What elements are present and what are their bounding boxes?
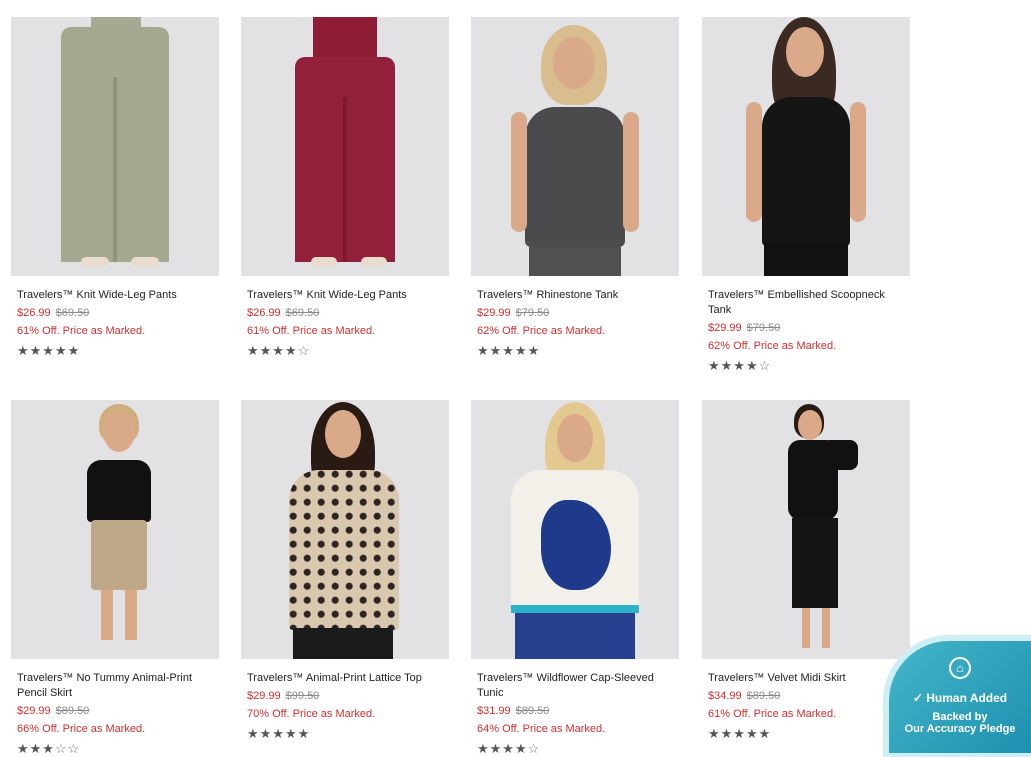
price: $26.99 $69.50: [17, 306, 213, 321]
promo-text: 61% Off. Price as Marked.: [708, 708, 837, 720]
product-card[interactable]: Travelers™ Wildflower Cap-Sleeved Tunic …: [471, 400, 679, 757]
promo-text: 61% Off. Price as Marked.: [247, 325, 376, 337]
sale-price: $34.99: [708, 690, 742, 702]
price: $29.99 $79.50: [708, 321, 904, 336]
house-check-icon: ⌂: [949, 657, 971, 679]
rating-stars[interactable]: ★★★★★: [247, 726, 443, 742]
filled-star-icons: ★★★★: [477, 741, 528, 756]
empty-star-icons: ☆: [758, 358, 772, 373]
product-image[interactable]: [702, 17, 910, 276]
product-image[interactable]: [702, 400, 910, 659]
sale-price: $31.99: [477, 705, 511, 717]
price: $31.99 $89.50: [477, 704, 673, 719]
promo-text: 61% Off. Price as Marked.: [17, 325, 146, 337]
promo-text: 70% Off. Price as Marked.: [247, 708, 376, 720]
product-image[interactable]: [471, 17, 679, 276]
empty-star-icons: ☆: [297, 343, 311, 358]
product-name[interactable]: Travelers™ Knit Wide-Leg Pants: [247, 288, 443, 303]
product-image[interactable]: [11, 17, 219, 276]
empty-star-icons: ☆☆: [54, 741, 81, 756]
product-card[interactable]: Travelers™ Embellished Scoopneck Tank $2…: [702, 17, 910, 374]
product-card[interactable]: Travelers™ No Tummy Animal-Print Pencil …: [11, 400, 219, 757]
sale-price: $26.99: [247, 307, 281, 319]
empty-star-icons: ☆: [527, 741, 541, 756]
product-name[interactable]: Travelers™ Wildflower Cap-Sleeved Tunic: [477, 671, 673, 701]
product-name[interactable]: Travelers™ Rhinestone Tank: [477, 288, 673, 303]
product-name[interactable]: Travelers™ Knit Wide-Leg Pants: [17, 288, 213, 303]
original-price: $79.50: [746, 322, 781, 334]
sale-price: $29.99: [247, 690, 281, 702]
accuracy-pledge-badge[interactable]: ⌂ ✓ Human Added Backed by Our Accuracy Pl…: [889, 641, 1031, 753]
badge-subtitle: Backed by Our Accuracy Pledge: [904, 711, 1016, 735]
promo-text: 66% Off. Price as Marked.: [17, 723, 146, 735]
product-image[interactable]: [11, 400, 219, 659]
promo-text: 64% Off. Price as Marked.: [477, 723, 606, 735]
product-image[interactable]: [241, 17, 449, 276]
rating-stars[interactable]: ★★★★★: [477, 343, 673, 359]
product-card[interactable]: Travelers™ Rhinestone Tank $29.99 $79.50 …: [471, 17, 679, 359]
product-card[interactable]: Travelers™ Knit Wide-Leg Pants $26.99 $69…: [11, 17, 219, 359]
product-image[interactable]: [241, 400, 449, 659]
filled-star-icons: ★★★★: [708, 358, 759, 373]
price: $29.99 $79.50: [477, 306, 673, 321]
badge-title: ✓ Human Added: [912, 691, 1008, 705]
product-card[interactable]: Travelers™ Knit Wide-Leg Pants $26.99 $69…: [241, 17, 449, 359]
rating-stars[interactable]: ★★★☆☆: [17, 741, 213, 757]
promo-text: 62% Off. Price as Marked.: [477, 325, 606, 337]
original-price: $89.50: [55, 705, 90, 717]
rating-stars[interactable]: ★★★★☆: [247, 343, 443, 359]
price: $26.99 $69.50: [247, 306, 443, 321]
rating-stars[interactable]: ★★★★★: [708, 726, 904, 742]
product-card[interactable]: Travelers™ Animal-Print Lattice Top $29.…: [241, 400, 449, 742]
filled-star-icons: ★★★★★: [708, 726, 772, 741]
product-name[interactable]: Travelers™ Velvet Midi Skirt: [708, 671, 904, 686]
promo-text: 62% Off. Price as Marked.: [708, 340, 837, 352]
price: $29.99 $99.50: [247, 689, 443, 704]
sale-price: $26.99: [17, 307, 51, 319]
product-image[interactable]: [471, 400, 679, 659]
product-name[interactable]: Travelers™ Embellished Scoopneck Tank: [708, 288, 904, 318]
price: $34.99 $89.50: [708, 689, 904, 704]
price: $29.99 $89.50: [17, 704, 213, 719]
product-name[interactable]: Travelers™ No Tummy Animal-Print Pencil …: [17, 671, 213, 701]
original-price: $79.50: [515, 307, 550, 319]
rating-stars[interactable]: ★★★★☆: [708, 358, 904, 374]
original-price: $69.50: [55, 307, 90, 319]
original-price: $89.50: [746, 690, 781, 702]
sale-price: $29.99: [477, 307, 511, 319]
filled-star-icons: ★★★★: [247, 343, 298, 358]
filled-star-icons: ★★★★★: [17, 343, 81, 358]
original-price: $69.50: [285, 307, 320, 319]
filled-star-icons: ★★★★★: [477, 343, 541, 358]
product-name[interactable]: Travelers™ Animal-Print Lattice Top: [247, 671, 443, 686]
original-price: $89.50: [515, 705, 550, 717]
product-card[interactable]: Travelers™ Velvet Midi Skirt $34.99 $89.5…: [702, 400, 910, 742]
rating-stars[interactable]: ★★★★☆: [477, 741, 673, 757]
filled-star-icons: ★★★★★: [247, 726, 311, 741]
sale-price: $29.99: [708, 322, 742, 334]
rating-stars[interactable]: ★★★★★: [17, 343, 213, 359]
filled-star-icons: ★★★: [17, 741, 55, 756]
original-price: $99.50: [285, 690, 320, 702]
sale-price: $29.99: [17, 705, 51, 717]
